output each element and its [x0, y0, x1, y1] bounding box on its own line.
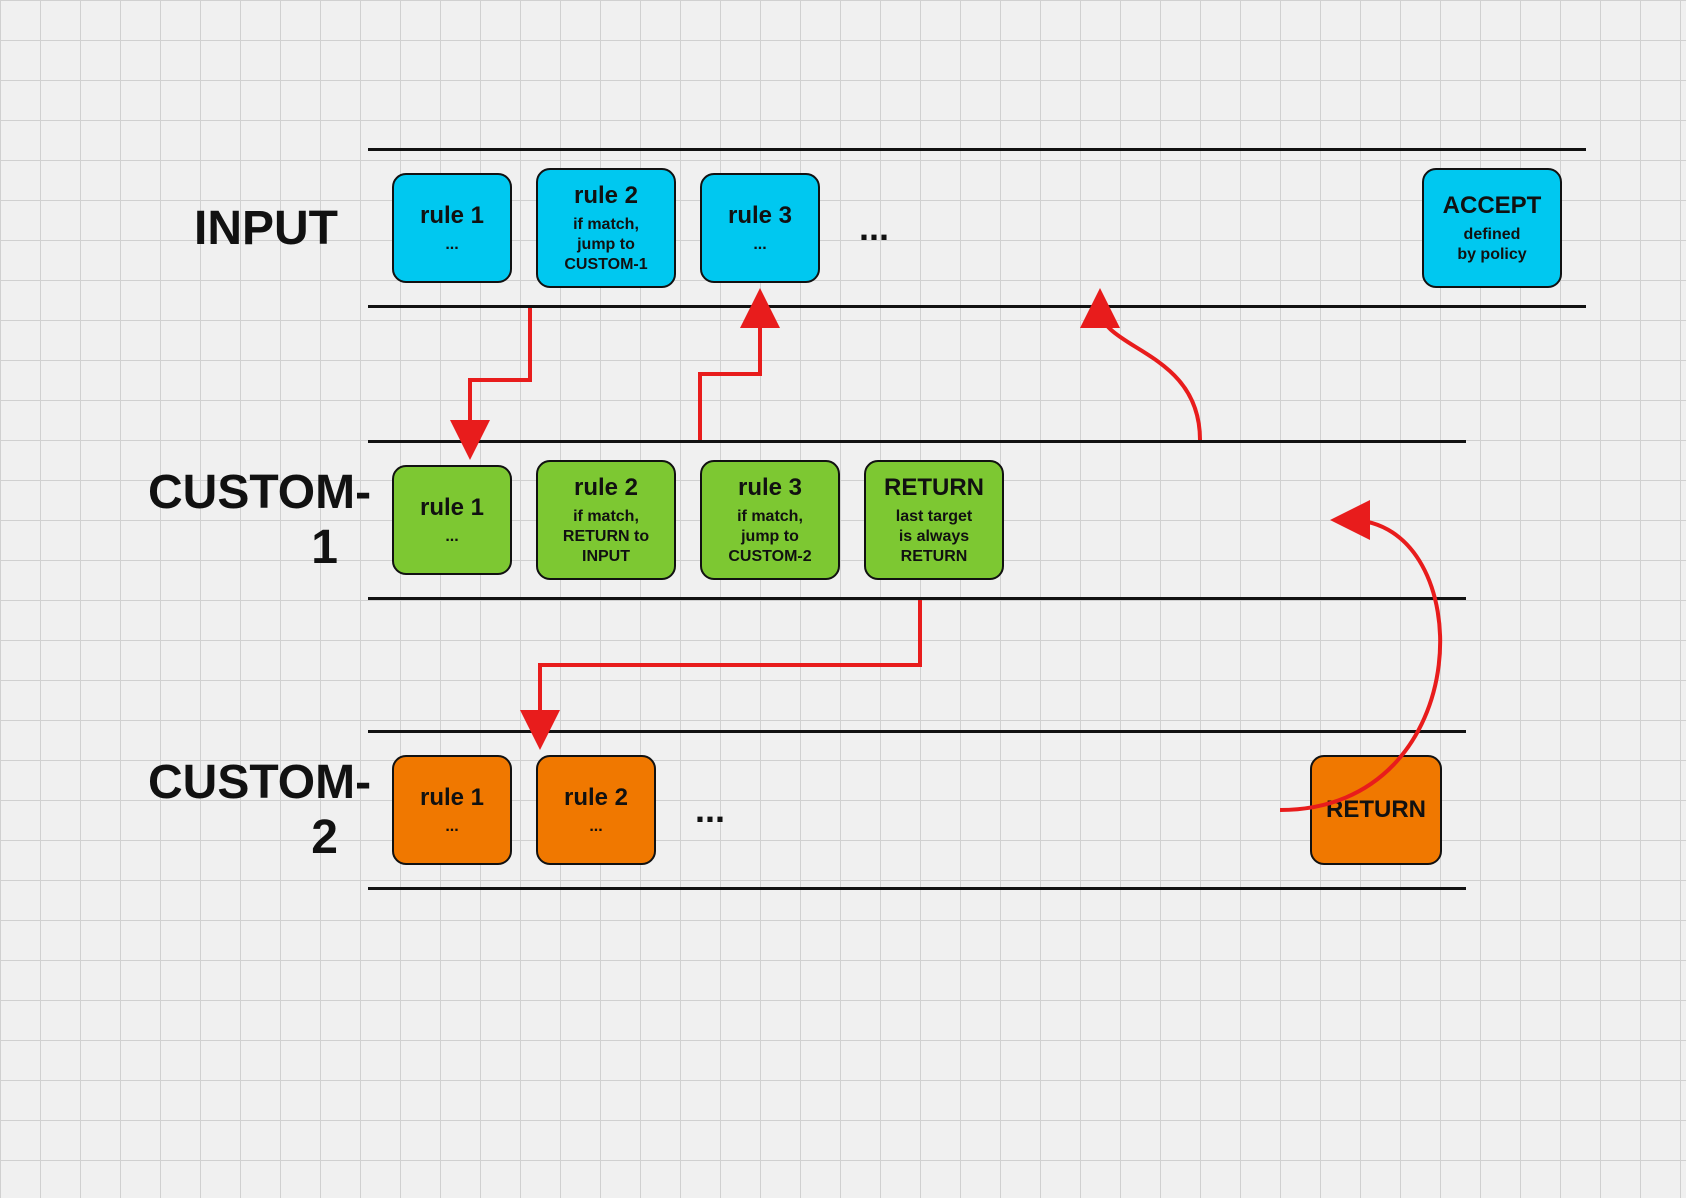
c1-rule2-sub: if match, RETURN to INPUT — [563, 507, 649, 567]
custom1-label: CUSTOM-1 — [148, 465, 368, 575]
custom2-label: CUSTOM-2 — [148, 755, 368, 865]
c1-rule2-title: rule 2 — [574, 473, 638, 503]
input-rule3-box: rule 3 ... — [700, 173, 820, 283]
input-accept-sub: defined by policy — [1457, 225, 1526, 265]
c1-rule3-box: rule 3 if match, jump to CUSTOM-2 — [700, 460, 840, 580]
c1-rule1-title: rule 1 — [420, 493, 484, 523]
diagram: INPUT rule 1 ... rule 2 if match, jump t… — [0, 0, 1686, 1198]
c1-rule3-sub: if match, jump to CUSTOM-2 — [728, 507, 811, 567]
c2-rule2-title: rule 2 — [564, 783, 628, 813]
input-rule2-title: rule 2 — [574, 181, 638, 211]
input-chain-row: INPUT rule 1 ... rule 2 if match, jump t… — [148, 148, 1586, 308]
custom2-chain-row: CUSTOM-2 rule 1 ... rule 2 ... ... RETUR… — [148, 730, 1466, 890]
c1-return-box: RETURN last target is always RETURN — [864, 460, 1004, 580]
c1-return-title: RETURN — [884, 473, 984, 503]
c2-return-box: RETURN — [1310, 755, 1442, 865]
input-rule3-title: rule 3 — [728, 201, 792, 231]
input-ellipsis: ... — [844, 207, 904, 249]
c2-rule2-box: rule 2 ... — [536, 755, 656, 865]
c1-rule2-box: rule 2 if match, RETURN to INPUT — [536, 460, 676, 580]
c1-return-sub: last target is always RETURN — [896, 507, 972, 567]
input-rule1-sub: ... — [445, 235, 458, 255]
custom1-chain-row: CUSTOM-1 rule 1 ... rule 2 if match, RET… — [148, 440, 1466, 600]
c2-rule2-sub: ... — [589, 817, 602, 837]
c2-ellipsis: ... — [680, 789, 740, 831]
input-rule2-sub: if match, jump to CUSTOM-1 — [564, 215, 647, 275]
c2-return-title: RETURN — [1326, 795, 1426, 825]
input-accept-box: ACCEPT defined by policy — [1422, 168, 1562, 288]
c2-rule1-sub: ... — [445, 817, 458, 837]
c1-rule3-title: rule 3 — [738, 473, 802, 503]
input-rule3-sub: ... — [753, 235, 766, 255]
c2-rule1-title: rule 1 — [420, 783, 484, 813]
input-rule1-box: rule 1 ... — [392, 173, 512, 283]
input-accept-title: ACCEPT — [1443, 191, 1542, 221]
input-rule1-title: rule 1 — [420, 201, 484, 231]
c2-rule1-box: rule 1 ... — [392, 755, 512, 865]
custom2-band: rule 1 ... rule 2 ... ... RETURN — [368, 730, 1466, 890]
input-band: rule 1 ... rule 2 if match, jump to CUST… — [368, 148, 1586, 308]
input-rule2-box: rule 2 if match, jump to CUSTOM-1 — [536, 168, 676, 288]
c1-rule1-box: rule 1 ... — [392, 465, 512, 575]
custom1-band: rule 1 ... rule 2 if match, RETURN to IN… — [368, 440, 1466, 600]
c1-rule1-sub: ... — [445, 527, 458, 547]
input-label: INPUT — [148, 201, 368, 256]
